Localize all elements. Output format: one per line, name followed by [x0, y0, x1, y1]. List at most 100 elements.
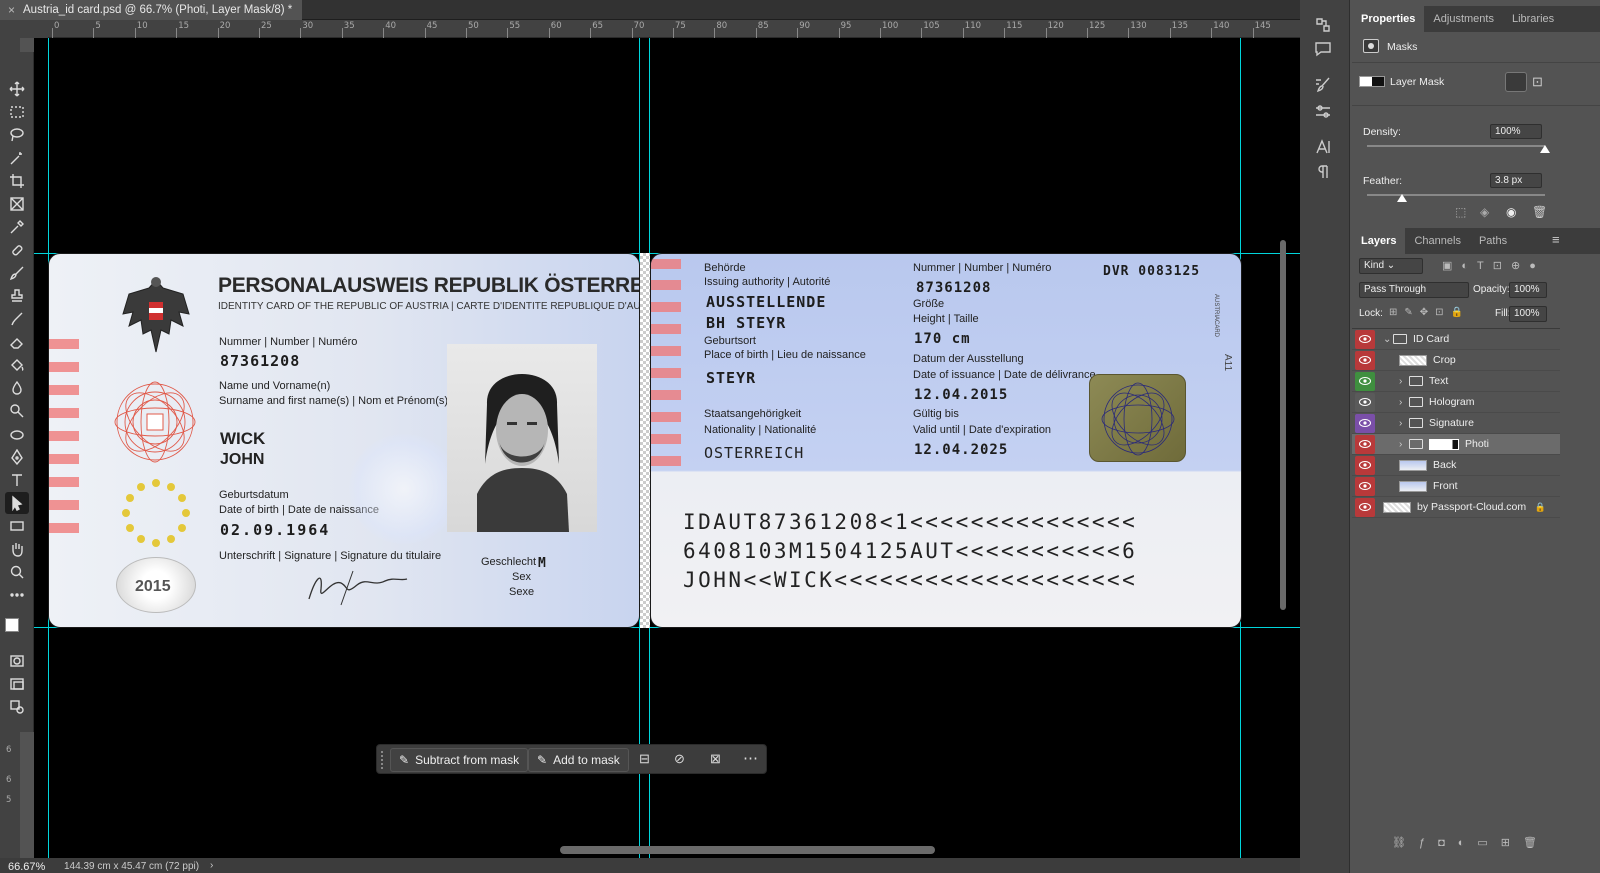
layer-row[interactable]: › Text	[1352, 371, 1560, 392]
marquee-tool-icon[interactable]	[5, 101, 29, 123]
lasso-tool-icon[interactable]	[5, 124, 29, 146]
move-tool-icon[interactable]	[5, 78, 29, 100]
tab-properties[interactable]: Properties	[1352, 6, 1425, 32]
crop-tool-icon[interactable]	[5, 170, 29, 192]
history-panel-icon[interactable]	[1314, 16, 1334, 36]
id-card-back[interactable]: Behörde Issuing authority | Autorité AUS…	[650, 253, 1242, 628]
comments-panel-icon[interactable]	[1314, 40, 1334, 60]
sponge-tool-icon[interactable]	[5, 423, 29, 445]
visibility-eye-icon[interactable]	[1355, 455, 1375, 475]
tab-layers[interactable]: Layers	[1352, 228, 1406, 254]
add-to-mask-button[interactable]: ✎ Add to mask	[528, 748, 629, 772]
brush-tool-icon[interactable]	[5, 262, 29, 284]
layer-row[interactable]: Crop	[1352, 350, 1560, 371]
path-selection-icon[interactable]	[5, 492, 29, 514]
feather-slider-track[interactable]	[1367, 194, 1545, 196]
visibility-eye-icon[interactable]	[1355, 392, 1375, 412]
id-card-front[interactable]: 2015 PERSONALAUSWEIS REPUBLIK ÖSTERREICH…	[48, 253, 640, 628]
dodge-tool-icon[interactable]	[5, 400, 29, 422]
density-input[interactable]: 100%	[1490, 124, 1542, 139]
adjustments-sliders-icon[interactable]	[1314, 103, 1334, 123]
chevron-right-icon[interactable]: ›	[1399, 397, 1409, 408]
density-slider-thumb[interactable]	[1540, 145, 1550, 153]
chevron-right-icon[interactable]: ›	[1399, 376, 1409, 387]
visibility-eye-icon[interactable]	[1355, 497, 1375, 517]
panel-menu-icon[interactable]: ≡	[1552, 232, 1560, 247]
filter-kind-dropdown[interactable]: Kind ⌄	[1359, 258, 1423, 274]
invert-mask-icon[interactable]: ⊠	[710, 751, 721, 767]
frame-tool-icon[interactable]	[5, 193, 29, 215]
history-brush-icon[interactable]	[5, 308, 29, 330]
close-tab-icon[interactable]: ×	[8, 3, 15, 17]
visibility-mask-icon[interactable]: ◉	[1506, 205, 1516, 219]
opacity-input[interactable]: 100%	[1509, 282, 1547, 298]
subtract-from-mask-button[interactable]: ✎ Subtract from mask	[390, 748, 529, 772]
layer-row[interactable]: by Passport-Cloud.com 🔒	[1352, 497, 1560, 518]
horizontal-scrollbar[interactable]	[560, 846, 935, 854]
lock-icons[interactable]: ⊞✎✥⊡🔒	[1389, 307, 1470, 318]
vertical-scrollbar[interactable]	[1280, 240, 1286, 610]
status-chevron-icon[interactable]: ›	[210, 860, 213, 871]
layer-row[interactable]: Back	[1352, 455, 1560, 476]
portrait-photo[interactable]	[447, 344, 597, 532]
drag-handle-icon[interactable]	[381, 751, 385, 769]
layer-row[interactable]: Front	[1352, 476, 1560, 497]
zoom-level[interactable]: 66.67%	[8, 861, 45, 873]
blend-mode-dropdown[interactable]: Pass Through	[1359, 282, 1469, 298]
add-vector-mask-icon[interactable]: ⊡	[1532, 74, 1548, 90]
mask-settings-icon[interactable]: ⊟	[639, 751, 650, 767]
pen-tool-icon[interactable]	[5, 446, 29, 468]
paint-bucket-icon[interactable]	[5, 354, 29, 376]
delete-mask-icon[interactable]: 🗑	[1532, 205, 1547, 219]
visibility-eye-icon[interactable]	[1355, 476, 1375, 496]
chevron-right-icon[interactable]: ›	[1399, 439, 1409, 450]
feather-slider-thumb[interactable]	[1397, 194, 1407, 202]
load-selection-icon[interactable]: ⬚	[1455, 205, 1466, 219]
visibility-eye-icon[interactable]	[1355, 371, 1375, 391]
fill-input[interactable]: 100%	[1509, 306, 1547, 322]
foreground-color-swatch[interactable]	[5, 618, 19, 632]
healing-brush-icon[interactable]	[5, 239, 29, 261]
paragraph-panel-icon[interactable]	[1314, 163, 1334, 183]
document-tab[interactable]: × Austria_id card.psd @ 66.7% (Photi, La…	[0, 0, 303, 20]
feather-input[interactable]: 3.8 px	[1490, 173, 1542, 188]
visibility-eye-icon[interactable]	[1355, 434, 1375, 454]
eyedropper-icon[interactable]	[5, 216, 29, 238]
eraser-icon[interactable]	[5, 331, 29, 353]
tab-channels[interactable]: Channels	[1405, 228, 1469, 254]
chevron-right-icon[interactable]: ›	[1399, 418, 1409, 429]
ruler-top[interactable]: 0 5 10 15 20 25 30 35 40 45 50 55 60 65 70 75 80 85 90 95 10…	[48, 20, 1303, 38]
tab-libraries[interactable]: Libraries	[1503, 6, 1563, 32]
rectangle-tool-icon[interactable]	[5, 515, 29, 537]
more-options-icon[interactable]: ⋯	[743, 749, 758, 767]
layer-row[interactable]: › Hologram	[1352, 392, 1560, 413]
clone-stamp-icon[interactable]	[5, 285, 29, 307]
layer-mask-thumbnail[interactable]	[1429, 438, 1459, 450]
blur-tool-icon[interactable]	[5, 377, 29, 399]
tab-adjustments[interactable]: Adjustments	[1424, 6, 1503, 32]
visibility-eye-icon[interactable]	[1355, 329, 1375, 349]
select-pixel-mask-icon[interactable]	[1505, 72, 1527, 92]
quick-mask-icon[interactable]	[5, 650, 29, 672]
chevron-down-icon[interactable]: ⌄	[1383, 334, 1393, 345]
layers-footer-icons[interactable]: ⛓ƒ◘◐▭⊞🗑	[1392, 836, 1550, 849]
tab-paths[interactable]: Paths	[1470, 228, 1516, 254]
filter-icons[interactable]: ▣◐T⊡⊕●	[1442, 259, 1545, 272]
layer-row[interactable]: › Signature	[1352, 413, 1560, 434]
zoom-tool-icon[interactable]	[5, 561, 29, 583]
screen-mode-icon[interactable]	[5, 673, 29, 695]
more-tools-icon[interactable]	[5, 584, 29, 606]
hand-tool-icon[interactable]	[5, 538, 29, 560]
magic-wand-icon[interactable]	[5, 147, 29, 169]
layer-row[interactable]: › Photi	[1352, 434, 1560, 455]
type-tool-icon[interactable]	[5, 469, 29, 491]
density-slider-track[interactable]	[1367, 145, 1545, 147]
disable-mask-icon[interactable]: ⊘	[674, 751, 685, 767]
visibility-eye-icon[interactable]	[1355, 413, 1375, 433]
apply-mask-icon[interactable]: ◈	[1480, 205, 1489, 219]
visibility-eye-icon[interactable]	[1355, 350, 1375, 370]
extras-icon[interactable]	[5, 696, 29, 718]
layer-row[interactable]: ⌄ ID Card	[1352, 329, 1560, 350]
brush-settings-icon[interactable]	[1314, 76, 1334, 96]
character-panel-icon[interactable]	[1314, 138, 1334, 158]
